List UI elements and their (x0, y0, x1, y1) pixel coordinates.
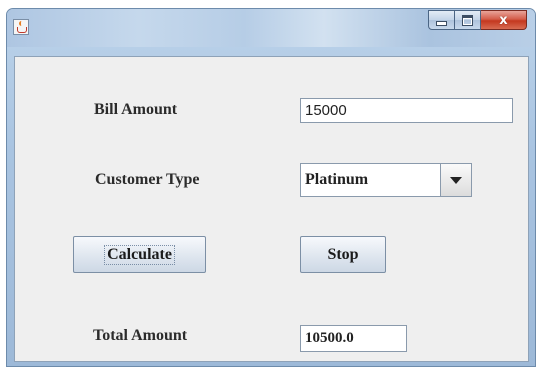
total-amount-field[interactable]: 10500.0 (300, 325, 407, 352)
minimize-button[interactable] (428, 10, 455, 30)
form-panel: Bill Amount 15000 Customer Type Platinum… (14, 56, 529, 362)
stop-button-label: Stop (327, 245, 359, 263)
stop-button[interactable]: Stop (300, 236, 386, 273)
customer-type-selected-value[interactable]: Platinum (301, 164, 440, 196)
title-bar[interactable]: x (7, 9, 535, 47)
customer-type-label: Customer Type (95, 171, 200, 188)
java-cup-icon[interactable] (13, 19, 29, 35)
minimize-icon (436, 21, 447, 26)
bill-amount-input[interactable]: 15000 (300, 98, 513, 123)
customer-type-select[interactable]: Platinum (300, 163, 472, 197)
close-icon: x (499, 12, 508, 28)
total-amount-label: Total Amount (93, 327, 188, 344)
calculate-button-label: Calculate (104, 244, 175, 265)
maximize-icon (462, 14, 473, 26)
window-controls: x (428, 10, 527, 32)
dropdown-arrow-button[interactable] (440, 164, 471, 196)
bill-amount-label: Bill Amount (94, 101, 178, 118)
maximize-button[interactable] (455, 10, 481, 30)
app-window: x Bill Amount 15000 Customer Type Platin… (6, 8, 536, 367)
triangle-down-icon (450, 176, 462, 184)
close-button[interactable]: x (481, 10, 527, 30)
calculate-button[interactable]: Calculate (73, 236, 206, 273)
